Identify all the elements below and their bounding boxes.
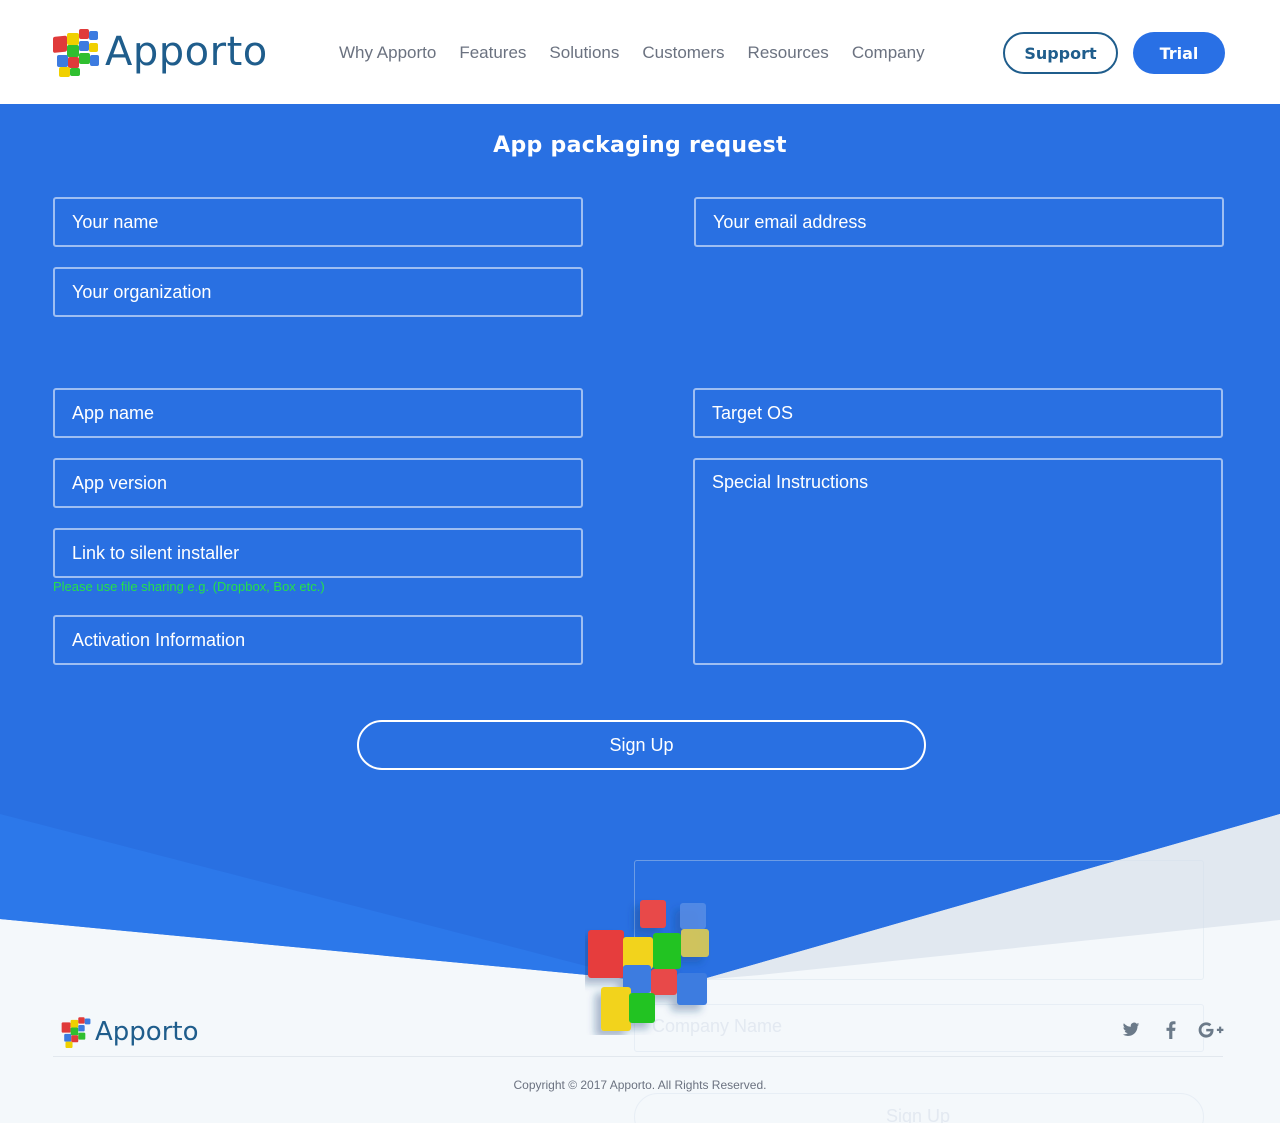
header-logo[interactable]: Apporto xyxy=(53,27,268,77)
name-input[interactable]: Your name xyxy=(53,197,583,247)
ghost-field-top xyxy=(634,860,1204,980)
main-nav: Why Apporto Features Solutions Customers… xyxy=(339,41,948,65)
app-name-input[interactable]: App name xyxy=(53,388,583,438)
support-button[interactable]: Support xyxy=(1003,32,1118,74)
target-os-input[interactable]: Target OS xyxy=(693,388,1223,438)
apporto-cube-icon xyxy=(588,900,709,1031)
form-title: App packaging request xyxy=(493,133,787,158)
apporto-logo-icon xyxy=(53,29,99,77)
nav-why-apporto[interactable]: Why Apporto xyxy=(339,41,436,65)
footer-brand-name: Apporto xyxy=(95,1017,199,1047)
ghost-signup-label: Sign Up xyxy=(886,1106,951,1123)
app-version-input[interactable]: App version xyxy=(53,458,583,508)
nav-features[interactable]: Features xyxy=(459,41,526,65)
site-header: Apporto Why Apporto Features Solutions C… xyxy=(0,0,1280,104)
sign-up-button[interactable]: Sign Up xyxy=(357,720,926,770)
google-plus-icon[interactable] xyxy=(1197,1018,1225,1042)
nav-company[interactable]: Company xyxy=(852,41,925,65)
activation-info-input[interactable]: Activation Information xyxy=(53,615,583,665)
installer-link-input[interactable]: Link to silent installer xyxy=(53,528,583,578)
nav-customers[interactable]: Customers xyxy=(642,41,724,65)
special-instructions-textarea[interactable]: Special Instructions xyxy=(693,458,1223,665)
footer-logo-icon xyxy=(61,1017,91,1048)
footer-divider xyxy=(53,1056,1223,1057)
nav-solutions[interactable]: Solutions xyxy=(549,41,619,65)
twitter-icon[interactable] xyxy=(1119,1018,1143,1042)
organization-input[interactable]: Your organization xyxy=(53,267,583,317)
copyright-text: Copyright © 2017 Apporto. All Rights Res… xyxy=(513,1078,767,1092)
installer-hint: Please use file sharing e.g. (Dropbox, B… xyxy=(53,579,325,594)
trial-button[interactable]: Trial xyxy=(1133,32,1225,74)
facebook-icon[interactable] xyxy=(1159,1018,1183,1042)
nav-resources[interactable]: Resources xyxy=(748,41,829,65)
footer-logo[interactable]: Apporto xyxy=(61,1016,199,1048)
brand-name: Apporto xyxy=(105,29,268,75)
email-input[interactable]: Your email address xyxy=(694,197,1224,247)
